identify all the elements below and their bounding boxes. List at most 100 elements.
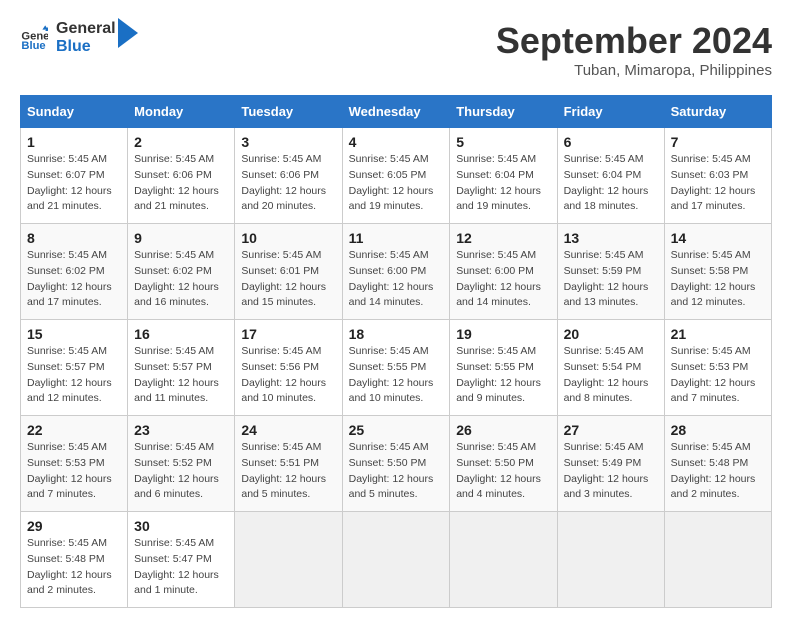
day-number: 20: [564, 326, 658, 342]
day-info: Sunrise: 5:45 AM Sunset: 5:55 PM Dayligh…: [456, 344, 550, 407]
logo-arrow-icon: [118, 18, 138, 48]
day-number: 17: [241, 326, 335, 342]
week-row-2: 8Sunrise: 5:45 AM Sunset: 6:02 PM Daylig…: [21, 224, 772, 320]
day-info: Sunrise: 5:45 AM Sunset: 6:02 PM Dayligh…: [134, 248, 228, 311]
day-info: Sunrise: 5:45 AM Sunset: 5:50 PM Dayligh…: [349, 440, 444, 503]
calendar-cell: [342, 512, 450, 608]
calendar-cell: 15Sunrise: 5:45 AM Sunset: 5:57 PM Dayli…: [21, 320, 128, 416]
calendar-cell: 27 Sunrise: 5:45 AM Sunset: 5:49 PM Dayli…: [557, 416, 664, 512]
day-info: Sunrise: 5:45 AM Sunset: 5:57 PM Dayligh…: [134, 344, 228, 407]
calendar-cell: [557, 512, 664, 608]
calendar-cell: 25Sunrise: 5:45 AM Sunset: 5:50 PM Dayli…: [342, 416, 450, 512]
day-info: Sunrise: 5:45 AM Sunset: 6:04 PM Dayligh…: [564, 152, 658, 215]
day-info: Sunrise: 5:45 AM Sunset: 6:06 PM Dayligh…: [134, 152, 228, 215]
logo: General Blue General Blue: [20, 20, 138, 55]
page-header: General Blue General Blue September 2024…: [20, 20, 772, 79]
weekday-header-wednesday: Wednesday: [342, 96, 450, 128]
week-row-3: 15Sunrise: 5:45 AM Sunset: 5:57 PM Dayli…: [21, 320, 772, 416]
calendar-cell: 21 Sunrise: 5:45 AM Sunset: 5:53 PM Dayli…: [664, 320, 771, 416]
day-info: Sunrise: 5:45 AM Sunset: 5:55 PM Dayligh…: [349, 344, 444, 407]
day-info: Sunrise: 5:45 AM Sunset: 6:01 PM Dayligh…: [241, 248, 335, 311]
day-info: Sunrise: 5:45 AM Sunset: 5:48 PM Dayligh…: [671, 440, 765, 503]
day-info: Sunrise: 5:45 AM Sunset: 5:50 PM Dayligh…: [456, 440, 550, 503]
calendar-cell: 7 Sunrise: 5:45 AM Sunset: 6:03 PM Daylig…: [664, 128, 771, 224]
day-number: 3: [241, 134, 335, 150]
day-number: 29: [27, 518, 121, 534]
calendar-cell: 9 Sunrise: 5:45 AM Sunset: 6:02 PM Daylig…: [128, 224, 235, 320]
title-area: September 2024 Tuban, Mimaropa, Philippi…: [496, 20, 772, 79]
day-info: Sunrise: 5:45 AM Sunset: 6:02 PM Dayligh…: [27, 248, 121, 311]
calendar-cell: 23Sunrise: 5:45 AM Sunset: 5:52 PM Dayli…: [128, 416, 235, 512]
calendar-cell: 22 Sunrise: 5:45 AM Sunset: 5:53 PM Dayli…: [21, 416, 128, 512]
location-subtitle: Tuban, Mimaropa, Philippines: [496, 62, 772, 79]
calendar-cell: 18 Sunrise: 5:45 AM Sunset: 5:55 PM Dayli…: [342, 320, 450, 416]
month-year-title: September 2024: [496, 20, 772, 62]
day-number: 6: [564, 134, 658, 150]
calendar-header: SundayMondayTuesdayWednesdayThursdayFrid…: [21, 96, 772, 128]
calendar-cell: 26 Sunrise: 5:45 AM Sunset: 5:50 PM Dayli…: [450, 416, 557, 512]
day-info: Sunrise: 5:45 AM Sunset: 6:03 PM Dayligh…: [671, 152, 765, 215]
day-number: 2: [134, 134, 228, 150]
day-info: Sunrise: 5:45 AM Sunset: 5:51 PM Dayligh…: [241, 440, 335, 503]
calendar-cell: 1 Sunrise: 5:45 AM Sunset: 6:07 PM Daylig…: [21, 128, 128, 224]
day-info: Sunrise: 5:45 AM Sunset: 6:07 PM Dayligh…: [27, 152, 121, 215]
day-number: 9: [134, 230, 228, 246]
day-number: 10: [241, 230, 335, 246]
day-info: Sunrise: 5:45 AM Sunset: 5:48 PM Dayligh…: [27, 536, 121, 599]
logo-text-general: General: [56, 20, 116, 38]
calendar-cell: 24 Sunrise: 5:45 AM Sunset: 5:51 PM Dayli…: [235, 416, 342, 512]
calendar-cell: 29 Sunrise: 5:45 AM Sunset: 5:48 PM Dayli…: [21, 512, 128, 608]
day-number: 11: [349, 230, 444, 246]
week-row-5: 29 Sunrise: 5:45 AM Sunset: 5:48 PM Dayli…: [21, 512, 772, 608]
day-info: Sunrise: 5:45 AM Sunset: 5:57 PM Dayligh…: [27, 344, 121, 407]
logo-icon: General Blue: [20, 24, 48, 52]
day-number: 16: [134, 326, 228, 342]
day-number: 18: [349, 326, 444, 342]
calendar-cell: 8Sunrise: 5:45 AM Sunset: 6:02 PM Daylig…: [21, 224, 128, 320]
day-info: Sunrise: 5:45 AM Sunset: 5:53 PM Dayligh…: [27, 440, 121, 503]
calendar-cell: 17 Sunrise: 5:45 AM Sunset: 5:56 PM Dayli…: [235, 320, 342, 416]
calendar-cell: 4Sunrise: 5:45 AM Sunset: 6:05 PM Daylig…: [342, 128, 450, 224]
day-info: Sunrise: 5:45 AM Sunset: 5:49 PM Dayligh…: [564, 440, 658, 503]
day-number: 24: [241, 422, 335, 438]
calendar-cell: [235, 512, 342, 608]
calendar-cell: 11Sunrise: 5:45 AM Sunset: 6:00 PM Dayli…: [342, 224, 450, 320]
weekday-header-sunday: Sunday: [21, 96, 128, 128]
day-number: 27: [564, 422, 658, 438]
calendar-cell: 5Sunrise: 5:45 AM Sunset: 6:04 PM Daylig…: [450, 128, 557, 224]
calendar-cell: 16 Sunrise: 5:45 AM Sunset: 5:57 PM Dayli…: [128, 320, 235, 416]
day-number: 30: [134, 518, 228, 534]
day-number: 12: [456, 230, 550, 246]
weekday-header-saturday: Saturday: [664, 96, 771, 128]
weekday-header-monday: Monday: [128, 96, 235, 128]
day-info: Sunrise: 5:45 AM Sunset: 5:56 PM Dayligh…: [241, 344, 335, 407]
calendar-cell: 3 Sunrise: 5:45 AM Sunset: 6:06 PM Daylig…: [235, 128, 342, 224]
day-number: 26: [456, 422, 550, 438]
calendar-cell: 10 Sunrise: 5:45 AM Sunset: 6:01 PM Dayli…: [235, 224, 342, 320]
weekday-header-friday: Friday: [557, 96, 664, 128]
day-number: 22: [27, 422, 121, 438]
day-info: Sunrise: 5:45 AM Sunset: 5:52 PM Dayligh…: [134, 440, 228, 503]
day-number: 7: [671, 134, 765, 150]
day-info: Sunrise: 5:45 AM Sunset: 5:47 PM Dayligh…: [134, 536, 228, 599]
calendar-cell: 14 Sunrise: 5:45 AM Sunset: 5:58 PM Dayli…: [664, 224, 771, 320]
calendar-cell: 13Sunrise: 5:45 AM Sunset: 5:59 PM Dayli…: [557, 224, 664, 320]
calendar-body: 1 Sunrise: 5:45 AM Sunset: 6:07 PM Daylig…: [21, 128, 772, 608]
day-info: Sunrise: 5:45 AM Sunset: 5:59 PM Dayligh…: [564, 248, 658, 311]
svg-text:Blue: Blue: [21, 40, 45, 52]
day-number: 28: [671, 422, 765, 438]
day-number: 14: [671, 230, 765, 246]
day-number: 21: [671, 326, 765, 342]
day-info: Sunrise: 5:45 AM Sunset: 6:06 PM Dayligh…: [241, 152, 335, 215]
calendar-cell: [664, 512, 771, 608]
day-number: 1: [27, 134, 121, 150]
week-row-1: 1 Sunrise: 5:45 AM Sunset: 6:07 PM Daylig…: [21, 128, 772, 224]
day-info: Sunrise: 5:45 AM Sunset: 5:54 PM Dayligh…: [564, 344, 658, 407]
day-info: Sunrise: 5:45 AM Sunset: 6:04 PM Dayligh…: [456, 152, 550, 215]
day-info: Sunrise: 5:45 AM Sunset: 5:53 PM Dayligh…: [671, 344, 765, 407]
calendar-cell: [450, 512, 557, 608]
day-info: Sunrise: 5:45 AM Sunset: 5:58 PM Dayligh…: [671, 248, 765, 311]
day-info: Sunrise: 5:45 AM Sunset: 6:05 PM Dayligh…: [349, 152, 444, 215]
weekday-header-thursday: Thursday: [450, 96, 557, 128]
calendar-cell: 6 Sunrise: 5:45 AM Sunset: 6:04 PM Daylig…: [557, 128, 664, 224]
